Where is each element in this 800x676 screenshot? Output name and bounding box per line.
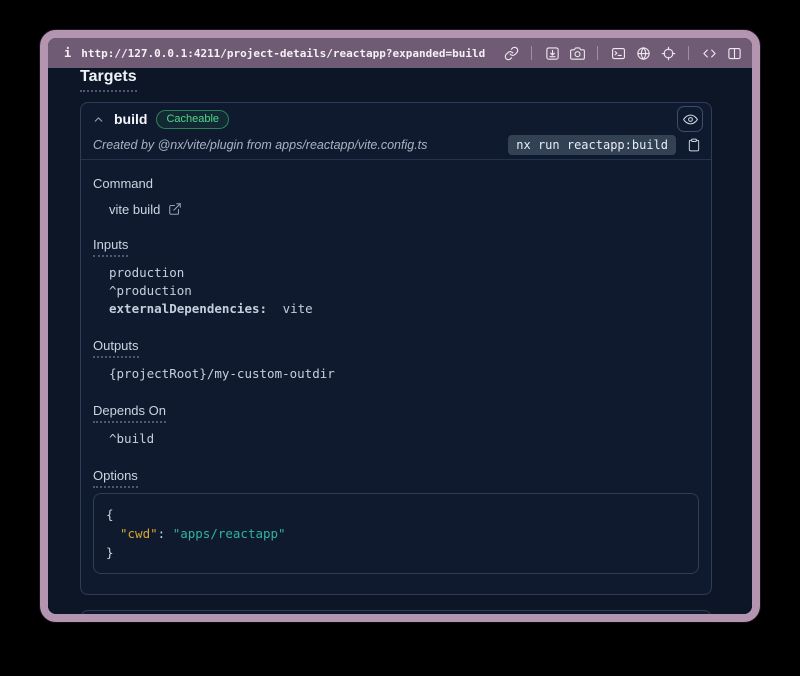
- target-card-serve: serve vite serve: [80, 610, 712, 614]
- targets-heading: Targets: [80, 68, 137, 92]
- view-target-build-button[interactable]: [677, 106, 703, 132]
- input-item-external-deps: externalDependencies: vite: [109, 300, 699, 318]
- inputs-section-label: Inputs: [93, 237, 699, 252]
- input-dep-key: externalDependencies:: [109, 301, 267, 316]
- link-icon[interactable]: [503, 45, 519, 61]
- options-section-label: Options: [93, 468, 699, 483]
- copy-icon[interactable]: [685, 136, 703, 154]
- browser-toolbar: i http://127.0.0.1:4211/project-details/…: [48, 38, 752, 68]
- build-card-body: Command vite build Inputs production ^pr…: [81, 160, 711, 594]
- browser-window-inner: i http://127.0.0.1:4211/project-details/…: [48, 38, 752, 614]
- toolbar-divider: [597, 46, 598, 60]
- command-value-row: vite build: [109, 202, 699, 217]
- input-item: ^production: [109, 282, 699, 300]
- crosshair-icon[interactable]: [660, 45, 676, 61]
- toolbar-divider: [688, 46, 689, 60]
- json-line: {: [106, 505, 686, 524]
- depends-on-item: ^build: [109, 430, 699, 448]
- build-subheader-row: Created by @nx/vite/plugin from apps/rea…: [91, 134, 703, 156]
- options-json-box: { "cwd": "apps/reactapp" }: [93, 493, 699, 574]
- url-bar[interactable]: http://127.0.0.1:4211/project-details/re…: [81, 47, 493, 60]
- input-dep-value: vite: [283, 301, 313, 316]
- command-section-label: Command: [93, 176, 699, 191]
- input-item: production: [109, 264, 699, 282]
- command-value: vite build: [109, 202, 160, 217]
- created-by-text: Created by @nx/vite/plugin from apps/rea…: [93, 138, 499, 152]
- json-value-cwd: "apps/reactapp": [173, 526, 286, 541]
- json-key-cwd: "cwd": [120, 526, 158, 541]
- outputs-list: {projectRoot}/my-custom-outdir: [109, 365, 699, 383]
- target-card-build: build Cacheable Created by @nx/vite/plug…: [80, 102, 712, 595]
- outputs-section-label: Outputs: [93, 338, 699, 353]
- code-icon[interactable]: [701, 45, 717, 61]
- build-header-row[interactable]: build Cacheable: [91, 106, 703, 132]
- depends-on-list: ^build: [109, 430, 699, 448]
- import-icon[interactable]: [544, 45, 560, 61]
- globe-icon[interactable]: [635, 45, 651, 61]
- target-name-build: build: [114, 111, 147, 127]
- split-panel-icon[interactable]: [726, 45, 742, 61]
- browser-window: i http://127.0.0.1:4211/project-details/…: [40, 30, 760, 622]
- inputs-list: production ^production externalDependenc…: [109, 264, 699, 318]
- external-link-icon[interactable]: [168, 202, 183, 217]
- cacheable-badge: Cacheable: [156, 110, 229, 129]
- json-line: }: [106, 543, 686, 562]
- toolbar-divider: [531, 46, 532, 60]
- json-line: "cwd": "apps/reactapp": [106, 524, 686, 543]
- chevron-up-icon: [91, 112, 105, 126]
- build-card-header: build Cacheable Created by @nx/vite/plug…: [81, 103, 711, 160]
- terminal-icon[interactable]: [610, 45, 626, 61]
- toolbar-icons: [503, 45, 742, 61]
- serve-card-header: serve vite serve: [81, 611, 711, 614]
- camera-icon[interactable]: [569, 45, 585, 61]
- run-command-chip: nx run reactapp:build: [508, 135, 676, 155]
- output-item: {projectRoot}/my-custom-outdir: [109, 365, 699, 383]
- depends-on-section-label: Depends On: [93, 403, 699, 418]
- info-icon: i: [64, 46, 71, 60]
- project-details-page: Targets build Cacheable: [48, 68, 752, 614]
